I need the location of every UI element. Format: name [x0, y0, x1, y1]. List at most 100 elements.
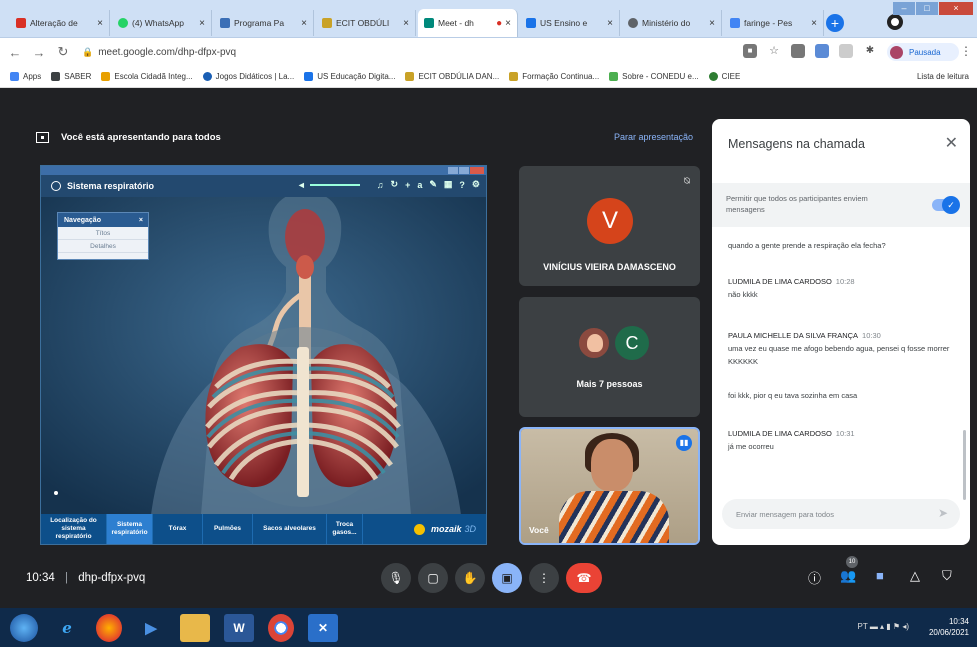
- sender-name: PAULA MICHELLE DA SILVA FRANÇA: [728, 331, 859, 340]
- nav-item[interactable]: Títos: [58, 227, 148, 240]
- more-vert-icon: ⋮: [538, 571, 550, 585]
- chrome-icon[interactable]: [268, 613, 294, 642]
- back-icon[interactable]: ←: [6, 45, 24, 60]
- bookmark-ecit[interactable]: ECIT OBDÚLIA DAN...: [405, 72, 499, 81]
- nav-item[interactable]: Detalhes: [58, 240, 148, 253]
- footer-tab-troca[interactable]: Troca gasos...: [327, 514, 363, 544]
- rotate-icon[interactable]: ↻: [391, 179, 399, 190]
- bookmark-escola[interactable]: Escola Cidadã Integ...: [101, 72, 193, 81]
- tab-whatsapp[interactable]: (4) WhatsApp ×: [112, 10, 212, 36]
- star-icon[interactable]: ☆: [767, 44, 781, 58]
- close-icon[interactable]: ×: [709, 18, 715, 29]
- forward-icon[interactable]: →: [30, 45, 48, 60]
- file-explorer-icon[interactable]: [180, 613, 210, 642]
- participant-name: VINÍCIUS VIEIRA DAMASCENO: [543, 262, 676, 272]
- tab-programa[interactable]: Programa Pa ×: [214, 10, 314, 36]
- word-icon[interactable]: W: [224, 613, 254, 642]
- minimize-button[interactable]: –: [893, 2, 915, 15]
- microphone-button[interactable]: 🎙: [381, 563, 411, 593]
- present-now-button[interactable]: ▣: [492, 563, 522, 593]
- bookmark-jogos[interactable]: Jogos Didáticos | La...: [202, 72, 294, 81]
- close-icon[interactable]: ×: [199, 18, 205, 29]
- settings-icon[interactable]: ⚙: [472, 179, 480, 190]
- close-icon[interactable]: ×: [811, 18, 817, 29]
- reload-icon[interactable]: ↻: [54, 44, 72, 60]
- close-icon[interactable]: ×: [607, 18, 613, 29]
- footer-tab-localizacao[interactable]: Localização do sistema respiratório: [41, 514, 107, 544]
- label-icon[interactable]: a: [417, 180, 422, 190]
- stop-presenting-button[interactable]: Parar apresentação: [614, 132, 693, 142]
- profile-icon[interactable]: [887, 14, 903, 30]
- system-tray-icons[interactable]: PT ▬ ▴ ▮ ⚑ ◂): [858, 622, 909, 631]
- security-icon[interactable]: ⛉: [942, 568, 952, 584]
- site-icon: [526, 18, 536, 28]
- close-icon[interactable]: ×: [505, 18, 511, 29]
- url-bar[interactable]: 🔒 meet.google.com/dhp-dfpx-pvq: [82, 47, 622, 58]
- tab-ministerio[interactable]: Ministério do ×: [622, 10, 722, 36]
- close-icon[interactable]: ✕: [945, 133, 958, 153]
- close-icon[interactable]: ×: [403, 18, 409, 29]
- extension-icon[interactable]: [815, 44, 829, 58]
- close-icon[interactable]: ×: [139, 217, 143, 224]
- footer-tab-sacos[interactable]: Sacos alveolares: [253, 514, 327, 544]
- bookmark-ciee[interactable]: CIEE: [708, 72, 740, 81]
- bookmark-saber[interactable]: SABER: [51, 72, 91, 81]
- footer-tab-torax[interactable]: Tórax: [153, 514, 203, 544]
- extension-icon[interactable]: [791, 44, 805, 58]
- footer-tab-sistema[interactable]: Sistema respiratório: [107, 514, 153, 544]
- more-people-label: Mais 7 pessoas: [576, 379, 643, 389]
- extension-icon[interactable]: [839, 44, 853, 58]
- tab-alteracao[interactable]: Alteração de ×: [10, 10, 110, 36]
- maximize-button[interactable]: □: [916, 2, 938, 15]
- new-tab-button[interactable]: +: [826, 14, 844, 32]
- tab-faringe[interactable]: faringe - Pes ×: [724, 10, 824, 36]
- leave-call-button[interactable]: ☎: [566, 563, 602, 593]
- start-button[interactable]: [10, 613, 38, 642]
- bookmark-formacao[interactable]: Formação Continua...: [509, 72, 599, 81]
- help-icon[interactable]: ?: [459, 180, 465, 190]
- reading-list-button[interactable]: Lista de leitura: [917, 72, 969, 81]
- self-view-tile[interactable]: ▮▮ Você: [519, 427, 700, 545]
- menu-icon[interactable]: ⋮: [960, 44, 972, 58]
- activities-icon[interactable]: △: [910, 568, 920, 584]
- puzzle-icon[interactable]: ✱: [863, 44, 877, 58]
- pencil-icon[interactable]: ✎: [429, 179, 437, 190]
- chat-scrollbar[interactable]: [963, 430, 966, 500]
- info-icon[interactable]: ⓘ: [808, 568, 821, 587]
- media-player-icon[interactable]: ▶: [136, 614, 166, 642]
- bookmark-conedu[interactable]: Sobre - CONEDU e...: [609, 72, 699, 81]
- volume-icon[interactable]: ◄: [297, 180, 306, 190]
- internet-explorer-icon[interactable]: e: [52, 614, 82, 642]
- app-icon[interactable]: ✕: [308, 613, 338, 642]
- grid-icon[interactable]: ▦: [444, 179, 453, 190]
- volume-slider[interactable]: [309, 183, 360, 186]
- chat-message-input[interactable]: Enviar mensagem para todos ➤: [722, 499, 960, 529]
- mozaik-icon: [413, 523, 425, 535]
- close-icon[interactable]: ×: [301, 18, 307, 29]
- address-toolbar: ← → ↻ 🔒 meet.google.com/dhp-dfpx-pvq ■ ☆…: [0, 38, 977, 66]
- raise-hand-button[interactable]: ✋: [455, 563, 485, 593]
- bookmark-apps[interactable]: Apps: [10, 72, 41, 81]
- more-options-button[interactable]: ⋮: [529, 563, 559, 593]
- participant-tile-others[interactable]: C Mais 7 pessoas: [519, 297, 700, 417]
- profile-button[interactable]: Pausada: [887, 43, 959, 61]
- clock[interactable]: 10:34 20/06/2021: [929, 616, 969, 638]
- participant-tile-vinicius[interactable]: ⍉ V VINÍCIUS VIEIRA DAMASCENO: [519, 166, 700, 286]
- navigation-panel: Navegação × Títos Detalhes: [57, 212, 149, 260]
- tab-meet[interactable]: Meet - dh ● ×: [418, 9, 518, 37]
- chat-permission-toggle[interactable]: ✓: [932, 196, 960, 214]
- bookmark-us-educacao[interactable]: US Educação Digita...: [304, 72, 395, 81]
- footer-tab-pulmoes[interactable]: Pulmões: [203, 514, 253, 544]
- send-icon[interactable]: ➤: [938, 506, 948, 520]
- close-icon[interactable]: ×: [97, 18, 103, 29]
- music-icon[interactable]: ♫: [377, 180, 384, 190]
- camera-icon[interactable]: ■: [743, 44, 757, 58]
- people-icon[interactable]: 👥: [840, 568, 856, 584]
- firefox-icon[interactable]: [96, 613, 122, 642]
- tab-ecit[interactable]: ECIT OBDÚLI ×: [316, 10, 416, 36]
- window-close-button[interactable]: ×: [939, 2, 973, 15]
- chat-icon[interactable]: ■: [876, 568, 884, 583]
- tab-us-ensino[interactable]: US Ensino e ×: [520, 10, 620, 36]
- camera-button[interactable]: ▢: [418, 563, 448, 593]
- plus-icon[interactable]: +: [405, 180, 410, 190]
